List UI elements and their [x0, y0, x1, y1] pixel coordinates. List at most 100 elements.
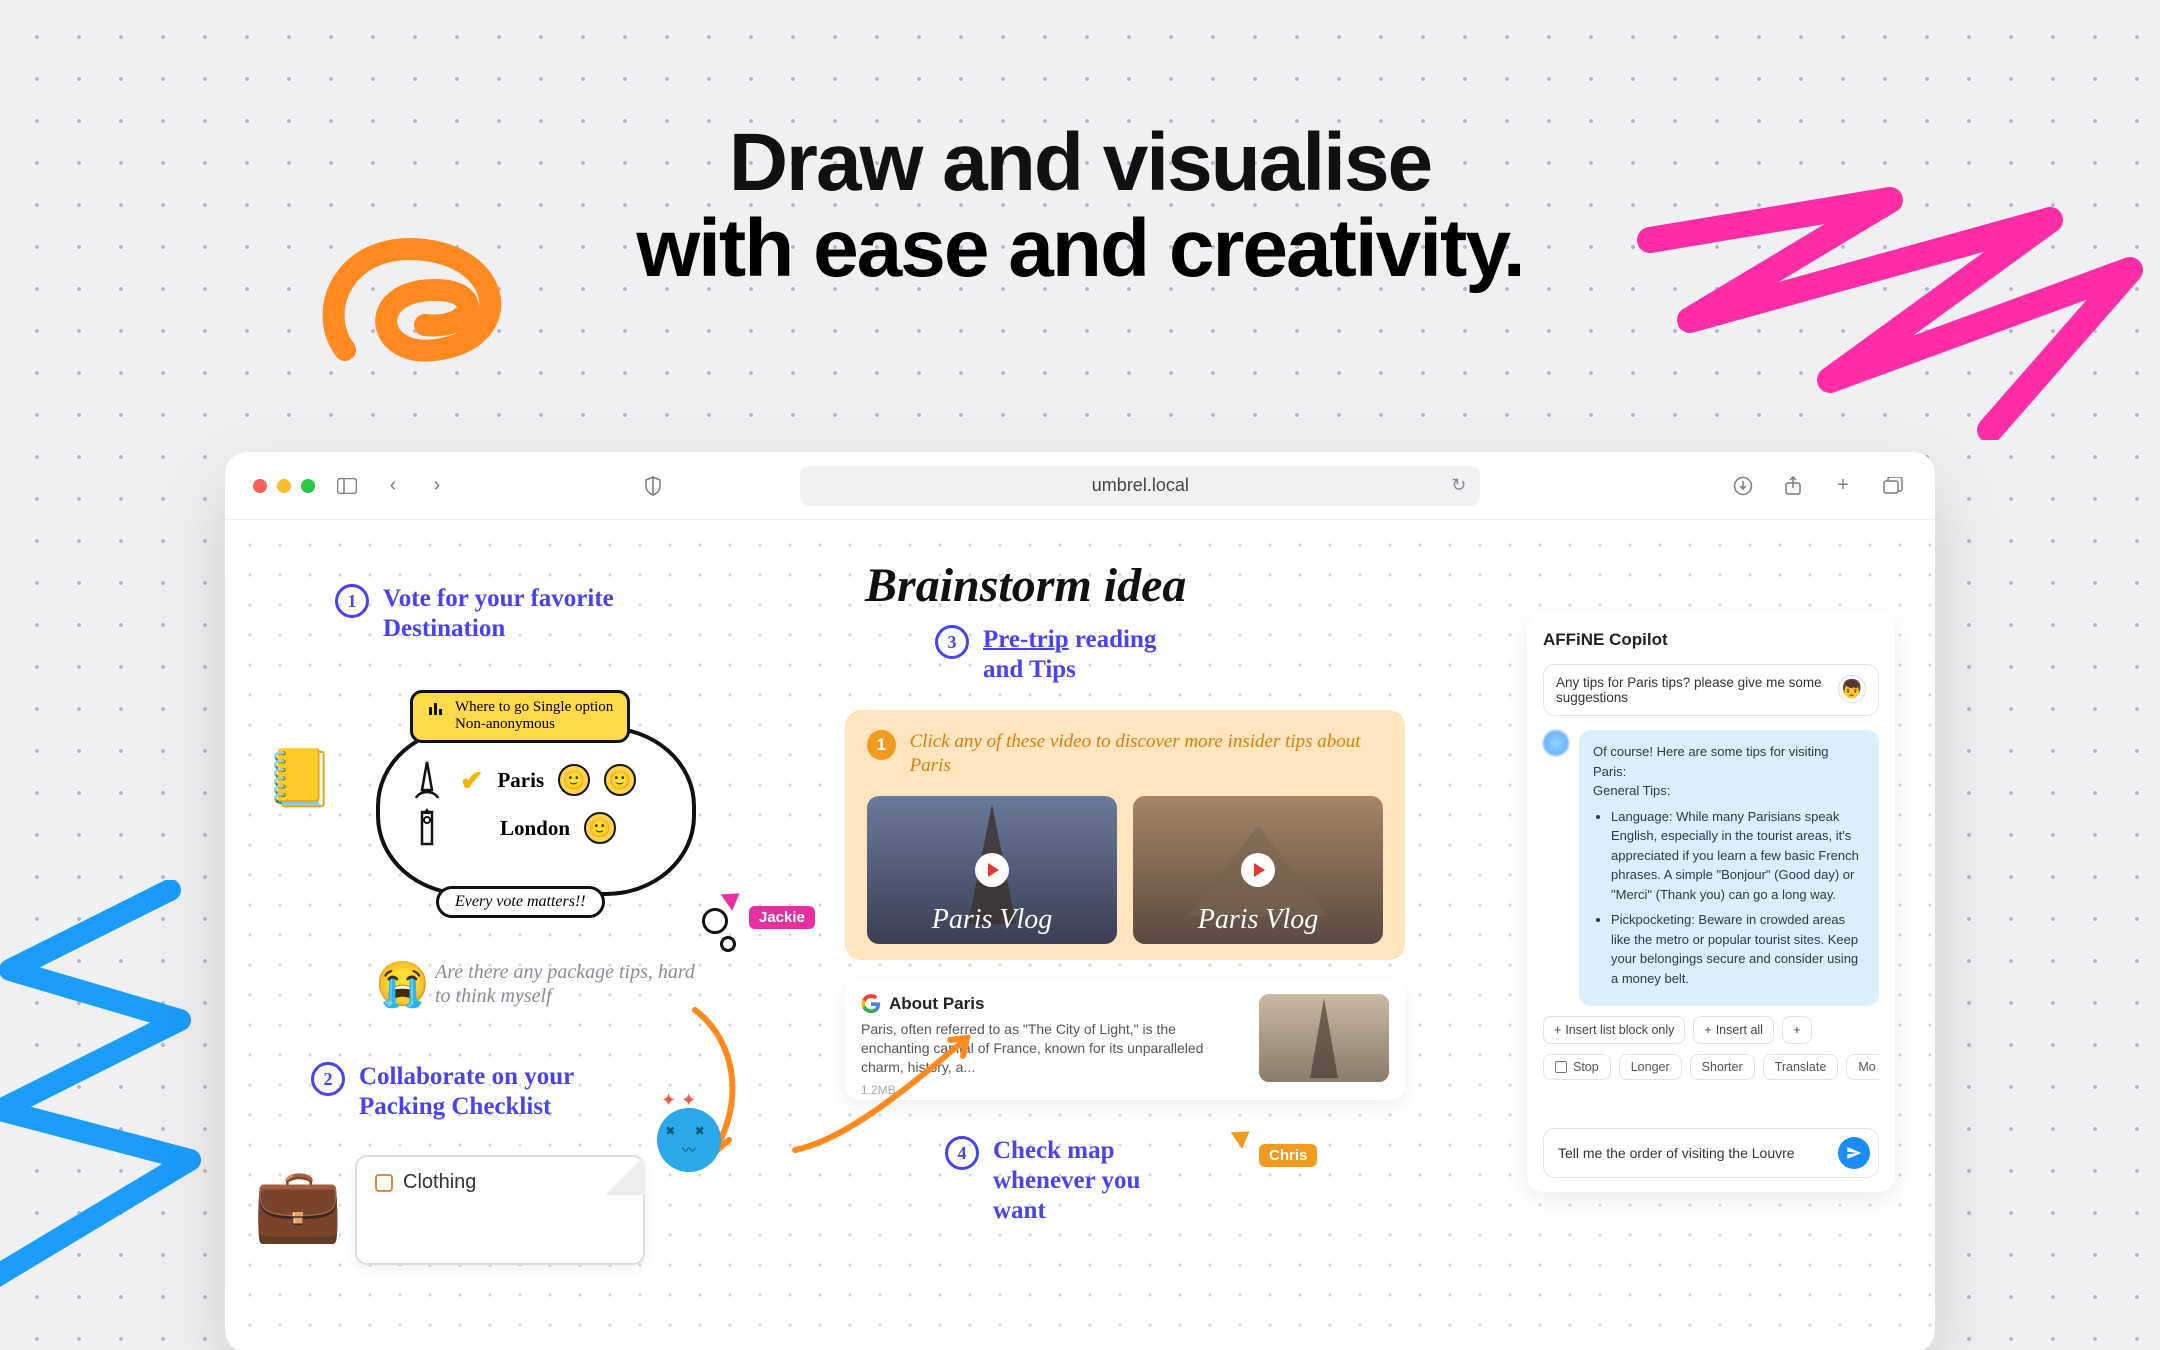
copilot-ai-response: Of course! Here are some tips for visiti…: [1579, 730, 1879, 1006]
poll-footer: Every vote matters!!: [436, 886, 605, 918]
crying-emoji-icon: 😭: [375, 958, 430, 1010]
ai-response-bullet: Pickpocketing: Beware in crowded areas l…: [1611, 910, 1865, 988]
eiffel-icon: [410, 760, 444, 800]
copilot-prompt-bar: [1543, 1128, 1879, 1178]
poll-option-london-label: London: [500, 816, 570, 841]
about-card-title: About Paris: [861, 994, 1245, 1014]
vote-check-icon: ✔: [460, 764, 483, 797]
forward-button[interactable]: ›: [423, 472, 451, 500]
browser-titlebar: ‹ › umbrel.local ↻ +: [225, 452, 1935, 520]
sidebar-toggle-icon[interactable]: [333, 472, 361, 500]
poll-header-line2: Non-anonymous: [455, 716, 555, 732]
whiteboard-canvas[interactable]: Brainstorm idea 1 Vote for your favorite…: [225, 520, 1935, 1350]
voter-avatar: 🙂: [604, 764, 636, 796]
insert-list-block-button[interactable]: + Insert list block only: [1543, 1016, 1685, 1044]
copilot-title: AFFiNE Copilot: [1543, 630, 1879, 650]
insert-more-button[interactable]: +: [1782, 1016, 1812, 1044]
minimize-window-button[interactable]: [277, 479, 291, 493]
hero-line-2: with ease and creativity.: [0, 206, 2160, 292]
poll-body: ✔ Paris 🙂 🙂 London 🙂: [376, 726, 696, 896]
copilot-user-message: Any tips for Paris tips? please give me …: [1543, 664, 1879, 716]
video-tips-block: 1 Click any of these video to discover m…: [845, 710, 1405, 960]
about-card-thumbnail: [1259, 994, 1389, 1082]
cry-comment-text: Are there any package tips, hard to thin…: [435, 960, 715, 1008]
poll-header: Where to go Single option Non-anonymous: [410, 690, 630, 743]
video-thumbnail-2[interactable]: Paris Vlog: [1133, 796, 1383, 944]
thought-bubble-icon: [702, 908, 728, 934]
url-bar[interactable]: umbrel.local ↻: [800, 466, 1480, 506]
about-paris-card[interactable]: About Paris Paris, often referred to as …: [845, 980, 1405, 1100]
about-card-size: 1.2MB: [861, 1083, 1245, 1097]
about-card-body: Paris, often referred to as "The City of…: [861, 1020, 1245, 1077]
step-4-badge: 4: [945, 1136, 979, 1170]
poll-option-paris-label: Paris: [497, 768, 544, 793]
poll-chart-icon: [427, 699, 445, 717]
tip-lead-text: Click any of these video to discover mor…: [910, 730, 1383, 778]
maximize-window-button[interactable]: [301, 479, 315, 493]
ai-response-bullet: Language: While many Parisians speak Eng…: [1611, 807, 1865, 905]
step-3-badge: 3: [935, 625, 969, 659]
step-2-badge: 2: [311, 1062, 345, 1096]
hero-heading: Draw and visualise with ease and creativ…: [0, 120, 2160, 292]
video-thumbnail-1[interactable]: Paris Vlog: [867, 796, 1117, 944]
longer-button[interactable]: Longer: [1619, 1054, 1682, 1080]
step-3-heading: 3 Pre-trip reading and Tips: [935, 625, 1183, 685]
play-icon[interactable]: [1241, 853, 1275, 887]
video-2-title: Paris Vlog: [1198, 904, 1319, 936]
document-fold-decoration: [605, 1155, 645, 1195]
insert-all-button[interactable]: + Insert all: [1693, 1016, 1774, 1044]
tip-number-badge: 1: [867, 730, 896, 760]
checklist-item[interactable]: Clothing: [375, 1171, 625, 1194]
hero-line-1: Draw and visualise: [0, 120, 2160, 206]
checklist-document-card[interactable]: Clothing: [355, 1155, 645, 1265]
voter-avatar: 🙂: [558, 764, 590, 796]
translate-button[interactable]: Translate: [1763, 1054, 1839, 1080]
checkbox-icon[interactable]: [375, 1174, 393, 1192]
downloads-icon[interactable]: [1729, 472, 1757, 500]
copilot-suggestion-pills: Stop Longer Shorter Translate Mo: [1543, 1054, 1879, 1080]
poll-widget[interactable]: Where to go Single option Non-anonymous …: [340, 690, 712, 956]
step-2-heading: 2 Collaborate on your Packing Checklist: [311, 1062, 619, 1122]
shorter-button[interactable]: Shorter: [1690, 1054, 1755, 1080]
blue-scribble-decoration: [0, 880, 230, 1300]
user-avatar-icon: 👦: [1838, 675, 1866, 703]
new-tab-icon[interactable]: +: [1829, 472, 1857, 500]
video-1-title: Paris Vlog: [932, 904, 1053, 936]
poll-option-london[interactable]: London 🙂: [410, 808, 662, 848]
poll-header-line1: Where to go Single option: [455, 699, 613, 715]
ai-response-subhead: General Tips:: [1593, 781, 1865, 801]
canvas-title: Brainstorm idea: [865, 558, 1186, 613]
voter-avatar: 🙂: [584, 812, 616, 844]
notebook-icon: 📒: [265, 745, 335, 811]
send-icon: [1846, 1145, 1862, 1161]
step-1-badge: 1: [335, 584, 369, 618]
thought-bubble-icon: [720, 936, 736, 952]
step-1-label: Vote for your favorite Destination: [383, 584, 623, 644]
play-icon[interactable]: [975, 853, 1009, 887]
step-4-label: Check map whenever you want: [993, 1136, 1193, 1226]
dizzy-face-icon: [657, 1108, 721, 1172]
stop-generation-button[interactable]: Stop: [1543, 1054, 1611, 1080]
send-button[interactable]: [1838, 1137, 1870, 1169]
poll-option-paris[interactable]: ✔ Paris 🙂 🙂: [410, 760, 662, 800]
close-window-button[interactable]: [253, 479, 267, 493]
step-4-heading: 4 Check map whenever you want: [945, 1136, 1193, 1226]
reload-icon[interactable]: ↻: [1451, 475, 1466, 496]
more-options-button[interactable]: Mo: [1846, 1054, 1879, 1080]
copilot-user-message-text: Any tips for Paris tips? please give me …: [1556, 675, 1828, 705]
copilot-prompt-input[interactable]: [1558, 1145, 1828, 1161]
ai-response-intro: Of course! Here are some tips for visiti…: [1593, 742, 1865, 781]
step-2-label: Collaborate on your Packing Checklist: [359, 1062, 619, 1122]
step-3-label: Pre-trip reading and Tips: [983, 625, 1183, 685]
back-button[interactable]: ‹: [379, 472, 407, 500]
checklist-item-label: Clothing: [403, 1171, 476, 1194]
url-text: umbrel.local: [1092, 475, 1189, 496]
collaborator-label-chris: Chris: [1259, 1144, 1317, 1167]
tabs-overview-icon[interactable]: [1879, 472, 1907, 500]
briefcase-icon: 💼: [253, 1162, 343, 1247]
share-icon[interactable]: [1779, 472, 1807, 500]
privacy-shield-icon[interactable]: [639, 472, 667, 500]
bigben-icon: [410, 808, 444, 848]
google-icon: [861, 994, 881, 1014]
copilot-panel: AFFiNE Copilot Any tips for Paris tips? …: [1527, 612, 1895, 1192]
